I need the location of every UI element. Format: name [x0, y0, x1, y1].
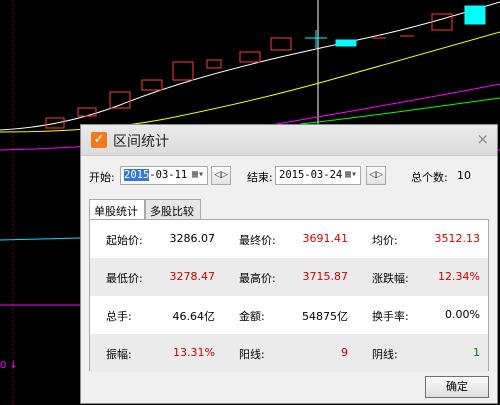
stat-cell-change: 涨跌幅: 12.34%: [356, 258, 488, 296]
stat-label: 最高价:: [239, 272, 276, 285]
stat-cell-amount: 金额: 54875亿: [223, 296, 356, 334]
ma-line-green: [299, 97, 500, 125]
stat-label: 换手率:: [372, 310, 409, 323]
candle: [206, 59, 222, 69]
candle: [335, 39, 357, 47]
candle: [141, 79, 163, 91]
end-label: 结束:: [247, 171, 273, 184]
ma-line-white: [0, 1, 500, 131]
candle: [270, 37, 292, 51]
candle: [464, 5, 486, 25]
calendar-dropdown-icon[interactable]: ▦▾: [345, 169, 357, 180]
end-date-stepper[interactable]: ◁▷: [366, 166, 386, 185]
start-label: 开始:: [89, 171, 115, 184]
ma-line-cyan: [0, 237, 81, 241]
stat-cell-avg: 均价: 3512.13: [356, 220, 488, 258]
candle: [172, 61, 194, 81]
dialog-titlebar[interactable]: ✓ 区间统计 ×: [81, 125, 497, 156]
stat-value: 0.00%: [445, 308, 480, 321]
ok-button[interactable]: 确定: [425, 376, 489, 398]
start-date-stepper[interactable]: ◁▷: [211, 166, 231, 185]
dialog-title: 区间统计: [113, 134, 169, 150]
end-date-value: 2015-03-24: [279, 169, 343, 181]
stat-label: 振幅:: [106, 348, 132, 361]
start-date-selected-year: 2015: [124, 169, 150, 181]
candle: [239, 51, 261, 63]
interval-stats-dialog: ✓ 区间统计 × 开始: 2015-03-11 ▦▾ ◁▷ 结束: 2015-0…: [80, 124, 498, 404]
stat-value: 12.34%: [438, 270, 480, 283]
start-date-rest: -03-11: [149, 169, 188, 181]
stat-label: 阴线:: [372, 348, 398, 361]
stat-label: 最低价:: [106, 272, 143, 285]
total-count-value: 10: [457, 169, 471, 182]
chart-bottom-marker: 0 ↓: [0, 360, 18, 371]
stat-value: 9: [341, 346, 348, 359]
stat-label: 金额:: [239, 310, 265, 323]
stat-label: 最终价:: [239, 234, 276, 247]
candles-cyan: [305, 5, 486, 48]
stat-value: 3278.47: [169, 270, 216, 283]
stat-cell-open: 起始价: 3286.07: [90, 220, 223, 258]
stat-cell-high: 最高价: 3715.87: [223, 258, 356, 296]
stat-cell-turnover: 换手率: 0.00%: [356, 296, 488, 334]
stat-label: 阳线:: [239, 348, 265, 361]
candle: [109, 91, 131, 109]
stat-value: 1: [473, 346, 480, 359]
stat-value: 13.31%: [173, 346, 215, 359]
stat-cell-volume: 总手: 46.64亿: [90, 296, 223, 334]
check-icon: ✓: [91, 132, 107, 148]
tab-single-stock[interactable]: 单股统计: [89, 199, 145, 221]
stat-cell-down-candles: 阴线: 1: [356, 334, 488, 372]
stat-cell-low: 最低价: 3278.47: [90, 258, 223, 296]
total-count-label: 总个数:: [411, 171, 448, 184]
stat-value: 3286.07: [169, 232, 216, 245]
stat-label: 总手:: [106, 310, 132, 323]
start-date-field[interactable]: 2015-03-11 ▦▾: [120, 166, 208, 185]
calendar-dropdown-icon[interactable]: ▦▾: [192, 169, 204, 180]
stat-value: 3691.41: [302, 232, 349, 245]
stat-cell-up-candles: 阳线: 9: [223, 334, 356, 372]
stat-label: 涨跌幅:: [372, 272, 409, 285]
candle: [431, 13, 453, 31]
stat-label: 均价:: [372, 234, 398, 247]
tab-multi-stock[interactable]: 多股比较: [145, 199, 201, 219]
stats-panel: 起始价: 3286.07 最终价: 3691.41 均价: 3512.13 最低…: [89, 219, 489, 372]
candles: [45, 13, 453, 129]
stat-label: 起始价:: [106, 234, 143, 247]
stat-cell-amplitude: 振幅: 13.31%: [90, 334, 223, 372]
close-icon[interactable]: ×: [476, 130, 489, 148]
candle: [77, 107, 97, 117]
stat-value: 54875亿: [302, 310, 348, 323]
end-date-field[interactable]: 2015-03-24 ▦▾: [275, 166, 361, 185]
stat-value: 46.64亿: [172, 310, 216, 323]
stat-cell-close: 最终价: 3691.41: [223, 220, 356, 258]
date-range-row: 开始: 2015-03-11 ▦▾ ◁▷ 结束: 2015-03-24 ▦▾ ◁…: [89, 166, 491, 186]
stat-value: 3715.87: [302, 270, 349, 283]
ma-line-yellow: [0, 31, 500, 133]
stat-value: 3512.13: [434, 232, 481, 245]
